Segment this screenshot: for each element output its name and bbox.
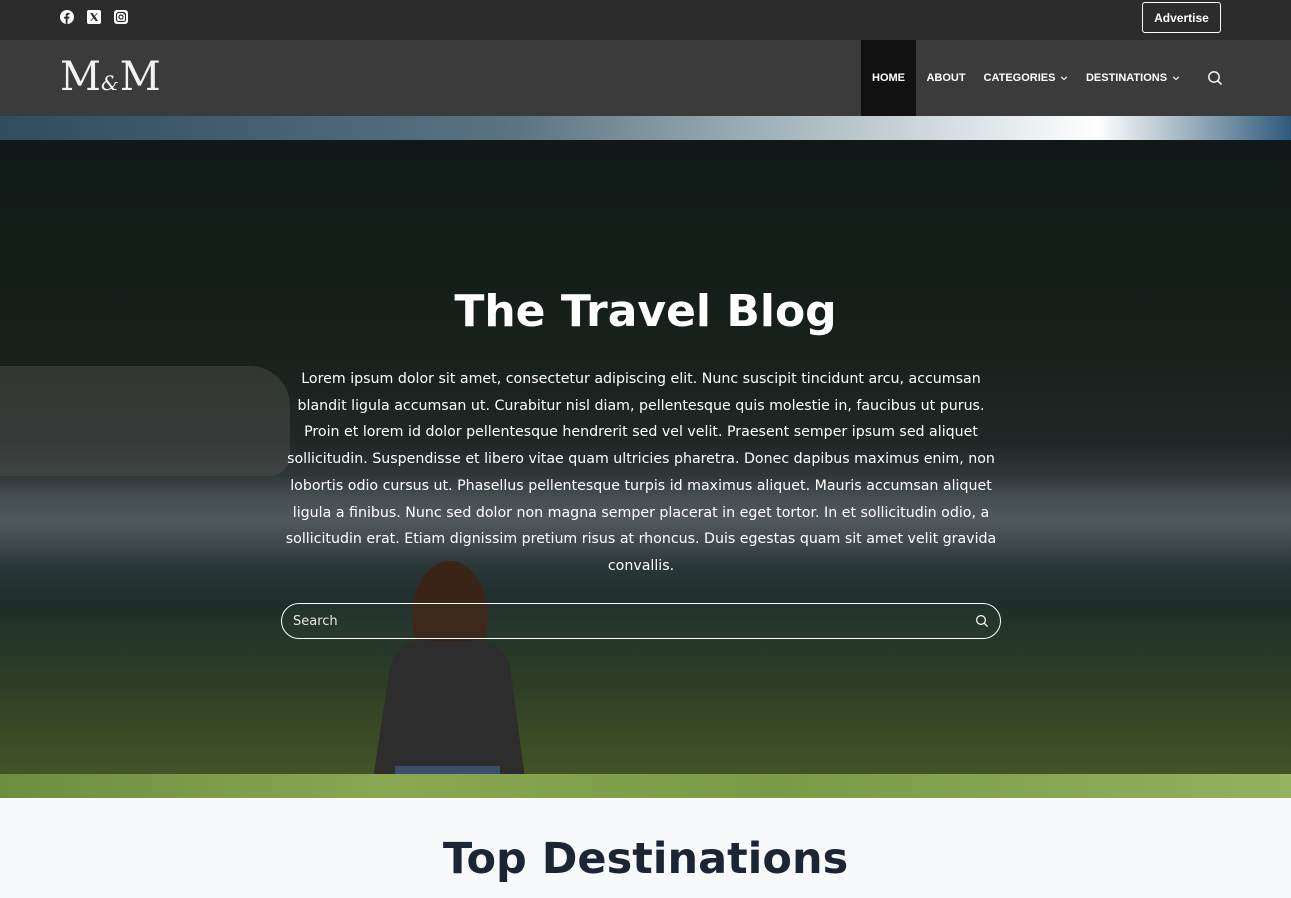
logo-ampersand: &	[100, 71, 119, 95]
nav-destinations-label: DESTINATIONS	[1085, 72, 1168, 84]
chevron-down-icon	[1060, 74, 1068, 82]
hero-title: The Travel Blog	[454, 286, 837, 337]
logo-letter-left: M	[60, 54, 101, 100]
nav-home-label: HOME	[872, 72, 905, 84]
nav-categories-label: CATEGORIES	[983, 72, 1056, 84]
site-header: M & M HOME ABOUT CATEGORIES DESTINATIONS	[0, 40, 1291, 116]
search-input[interactable]	[293, 604, 963, 638]
facebook-icon[interactable]	[60, 10, 74, 24]
site-logo[interactable]: M & M	[60, 54, 161, 101]
hero-sky	[0, 116, 1291, 140]
nav-categories[interactable]: CATEGORIES	[982, 40, 1070, 116]
hero-grass-band	[0, 774, 1291, 798]
section-title: Top Destinations	[442, 834, 849, 884]
instagram-icon[interactable]	[114, 10, 128, 24]
chevron-down-icon	[1172, 74, 1180, 82]
x-icon[interactable]	[87, 10, 101, 24]
hero-search-bar	[281, 603, 1001, 639]
logo-letter-right: M	[119, 54, 161, 100]
hero-description: Lorem ipsum dolor sit amet, consectetur …	[285, 371, 997, 574]
nav-destinations[interactable]: DESTINATIONS	[1082, 40, 1184, 116]
nav-home[interactable]: HOME	[861, 40, 916, 116]
nav-about[interactable]: ABOUT	[921, 40, 971, 116]
advertise-button[interactable]: Advertise	[1142, 2, 1221, 33]
search-icon[interactable]	[975, 614, 989, 628]
top-bar: Advertise	[0, 0, 1291, 40]
hero-person-image	[372, 561, 526, 798]
nav-about-label: ABOUT	[926, 72, 966, 84]
search-icon[interactable]	[1207, 70, 1223, 86]
